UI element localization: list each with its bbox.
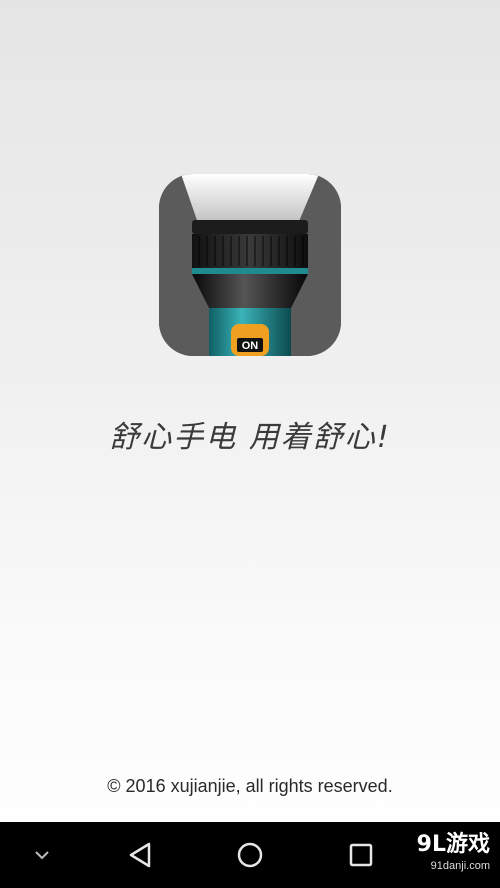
app-slogan: 舒心手电 用着舒心!: [109, 420, 391, 455]
home-circle-icon[interactable]: [225, 822, 275, 888]
recents-square-icon[interactable]: [336, 822, 386, 888]
system-navigation-bar: 9L游戏 91danji.com: [0, 822, 500, 888]
chevron-down-icon[interactable]: [22, 822, 62, 888]
on-badge: ON: [242, 340, 259, 352]
back-triangle-icon[interactable]: [115, 822, 165, 888]
splash-screen: ON 舒心手电 用着舒心! © 2016 xujianjie, all righ…: [0, 0, 500, 888]
watermark-logo-text: 9L游戏: [416, 832, 490, 857]
site-watermark: 9L游戏 91danji.com: [417, 830, 490, 872]
flashlight-icon: ON: [159, 174, 341, 356]
watermark-url: 91danji.com: [430, 860, 490, 872]
copyright-notice: © 2016 xujianjie, all rights reserved.: [107, 776, 393, 796]
